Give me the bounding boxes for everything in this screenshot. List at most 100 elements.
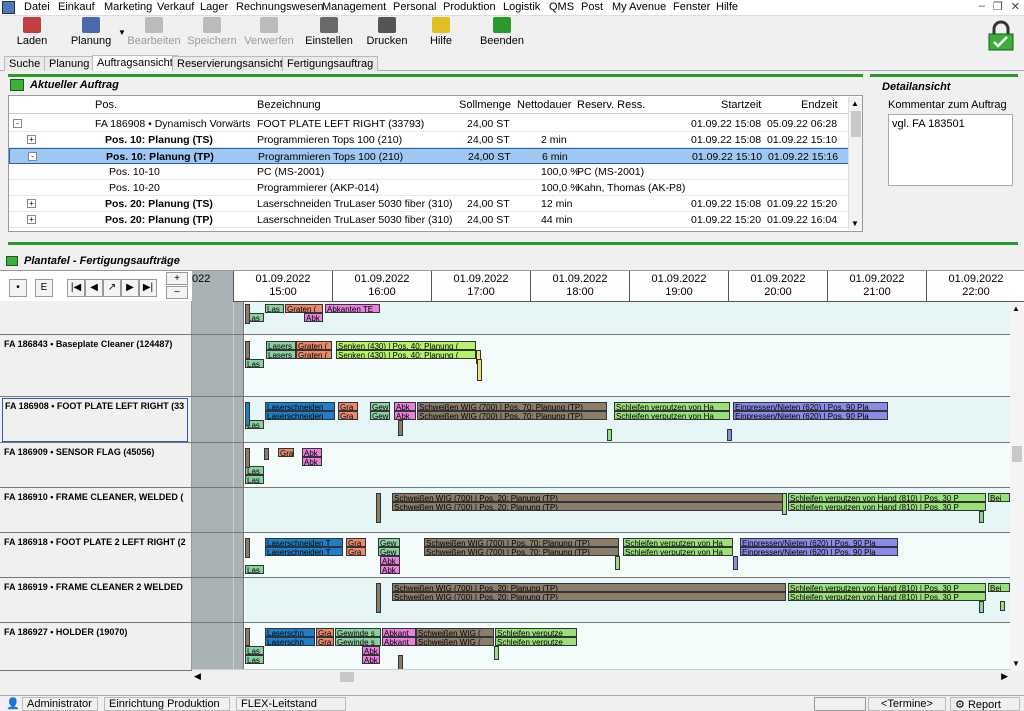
gantt-bar[interactable]: Abk	[380, 565, 400, 574]
gantt-bar[interactable]: Schleifen verputzen von Hand (810) | Pos…	[788, 502, 986, 511]
gantt-bar[interactable]: Las	[245, 565, 264, 574]
gantt-bar[interactable]: Abk	[302, 457, 322, 466]
gantt-bar[interactable]: Einpressen/Nieten (620) | Pos. 90 Pla	[733, 411, 888, 420]
tab-suche[interactable]: Suche	[4, 56, 46, 71]
col-reserv[interactable]: Reserv. Ress.	[577, 99, 645, 111]
gantt-handle[interactable]	[979, 511, 984, 523]
lane-label[interactable]: FA 186919 • FRAME CLEANER 2 WELDED	[4, 582, 190, 592]
menu-11[interactable]: Post	[581, 1, 603, 13]
gantt-bar[interactable]: Schleifen verputze	[495, 637, 577, 646]
gantt-handle[interactable]	[733, 556, 738, 570]
gantt-bar[interactable]: Laserschneiden	[265, 411, 335, 420]
gantt-bar[interactable]: Gra	[346, 547, 366, 556]
gantt-bar[interactable]: Schweißen WIG (	[416, 637, 494, 646]
gantt-handle[interactable]	[245, 402, 250, 426]
menu-1[interactable]: Einkauf	[58, 1, 95, 13]
gantt-bar[interactable]: Abk	[304, 313, 323, 322]
col-endzeit[interactable]: Endzeit	[801, 99, 838, 111]
gantt-handle[interactable]	[264, 448, 269, 460]
gantt-bar[interactable]: Las	[245, 359, 264, 368]
lane-label[interactable]: FA 186910 • FRAME CLEANER, WELDED (	[4, 492, 190, 502]
col-sollmenge[interactable]: Sollmenge	[459, 99, 511, 111]
gantt-bar[interactable]: Schleifen verputzen von Ha	[614, 411, 730, 420]
gantt-bar[interactable]: Laserschneiden T	[265, 547, 343, 556]
gantt-bar[interactable]: Graten (	[285, 304, 323, 313]
tab-auftragsansicht[interactable]: Auftragsansicht	[92, 55, 178, 71]
gantt-bar[interactable]: Schweißen WIG (700) | Pos. 20: Planung (…	[392, 583, 786, 592]
beenden-button[interactable]: Beenden	[476, 17, 528, 53]
gantt-bar[interactable]: Abk	[362, 646, 380, 655]
gantt-bar[interactable]: Einpressen/Nieten (620) | Pos. 90 Pla	[733, 402, 888, 411]
expand-icon[interactable]: +	[27, 135, 36, 144]
gantt-bar[interactable]: Einpressen/Nieten (620) | Pos. 90 Pla	[740, 547, 898, 556]
einstellen-button[interactable]: Einstellen	[302, 17, 356, 53]
gantt-bar[interactable]: Gewinde s	[335, 637, 381, 646]
speichern-button[interactable]: Speichern	[186, 17, 238, 53]
menu-13[interactable]: Fenster	[673, 1, 710, 13]
gantt-lane[interactable]: FA 186843 • Baseplate Cleaner (124487)	[0, 335, 1010, 397]
tab-planung[interactable]: Planung	[44, 56, 95, 71]
gantt-bar[interactable]: Schleifen verputze	[495, 628, 577, 637]
menu-10[interactable]: QMS	[549, 1, 574, 13]
gantt-bar[interactable]: Schweißen WIG (700) | Pos. 20: Planung (…	[392, 592, 786, 601]
col-pos[interactable]: Pos.	[95, 99, 117, 111]
nav-button-6[interactable]: ▶|	[139, 279, 157, 297]
minimize-icon[interactable]: –	[979, 0, 985, 16]
drucken-button[interactable]: Drucken	[364, 17, 410, 53]
planung-button[interactable]: Planung	[66, 17, 116, 53]
gantt-bar[interactable]: Schleifen verputzen von Ha	[623, 547, 733, 556]
menu-4[interactable]: Lager	[200, 1, 228, 13]
gantt-lane[interactable]: FA 186909 • SENSOR FLAG (45056)	[0, 443, 1010, 488]
gantt-handle[interactable]	[245, 448, 250, 468]
lane-label[interactable]: FA 186908 • FOOT PLATE LEFT RIGHT (33	[2, 398, 188, 442]
gantt-handle[interactable]	[245, 341, 250, 359]
gantt-handle[interactable]	[1000, 601, 1005, 611]
gantt-bar[interactable]: Gra	[346, 538, 366, 547]
gantt-handle[interactable]	[607, 429, 612, 441]
col-nettodauer[interactable]: Nettodauer	[517, 99, 571, 111]
gantt-bar[interactable]: Laserschneiden T	[265, 538, 343, 547]
expand-icon[interactable]: +	[27, 215, 36, 224]
nav-button-3[interactable]: ◀	[85, 279, 103, 297]
status-termine[interactable]: <Termine>	[868, 697, 946, 711]
menu-8[interactable]: Produktion	[443, 1, 496, 13]
order-row[interactable]: - Pos. 10: Planung (TP) Programmieren Tops…	[9, 148, 849, 164]
gantt-vertical-scrollbar[interactable]: ▲ ▼	[1010, 302, 1024, 670]
comment-field[interactable]: vgl. FA 183501	[888, 114, 1013, 186]
gantt-bar[interactable]: Las	[245, 646, 264, 655]
status-mode[interactable]: Einrichtung Produktion	[104, 697, 230, 711]
verwerfen-button[interactable]: Verwerfen	[244, 17, 294, 53]
order-row[interactable]: + Pos. 10: Planung (TS) Programmieren Tops…	[9, 132, 849, 148]
order-row[interactable]: + Pos. 20: Planung (TS) Laserschneiden Tru…	[9, 196, 849, 212]
gantt-bar[interactable]: Gra	[338, 411, 358, 420]
gantt-handle[interactable]	[979, 601, 984, 613]
collapse-icon[interactable]: -	[13, 119, 22, 128]
gantt-bar[interactable]: Abkant	[382, 637, 416, 646]
gantt-bar[interactable]: Gra	[338, 402, 358, 411]
gantt-bar[interactable]: Abk	[302, 448, 322, 457]
gantt-bar[interactable]: Schweißen WIG (700) | Pos. 20: Planung (…	[392, 493, 786, 502]
gantt-bar[interactable]: Senken (430) | Pos. 40: Planung (	[336, 341, 476, 350]
gantt-bar[interactable]: Lasers	[266, 350, 296, 359]
gantt-bar[interactable]: Gew	[370, 402, 390, 411]
restore-icon[interactable]: ❐	[993, 0, 1003, 16]
order-row[interactable]: + Pos. 20: Planung (TP) Laserschneiden Tru…	[9, 212, 849, 228]
gantt-bar[interactable]: Laserschn	[265, 628, 315, 637]
gantt-handle[interactable]	[245, 628, 250, 646]
gantt-handle[interactable]	[376, 493, 381, 523]
gantt-handle[interactable]	[245, 538, 250, 558]
collapse-icon[interactable]: -	[28, 152, 37, 161]
gantt-bar[interactable]: Abk	[362, 655, 380, 664]
close-icon[interactable]: ✕	[1011, 0, 1020, 16]
nav-button-0[interactable]: •	[9, 279, 27, 297]
gantt-bar[interactable]: Laserschneiden	[265, 402, 335, 411]
menu-2[interactable]: Marketing	[104, 1, 152, 13]
gantt-bar[interactable]: Gew	[378, 547, 400, 556]
gantt-bar[interactable]: Gew	[378, 538, 400, 547]
gantt-bar[interactable]: Abk	[394, 411, 416, 420]
gantt-bar[interactable]: Gewinde s	[335, 628, 381, 637]
gantt-bar[interactable]: Gra	[278, 448, 294, 457]
bearbeiten-button[interactable]: Bearbeiten	[126, 17, 182, 53]
gantt-bar[interactable]: Bei	[988, 493, 1010, 502]
gantt-handle[interactable]	[727, 429, 732, 441]
